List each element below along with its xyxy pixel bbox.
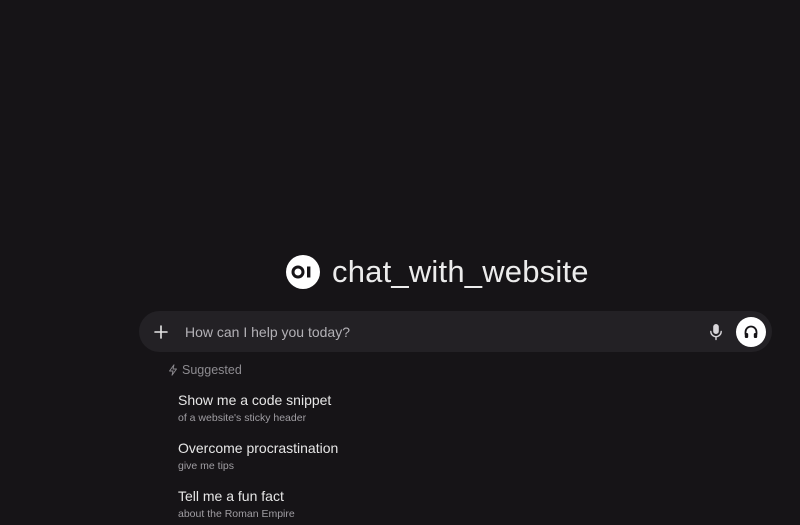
logo-mark	[291, 265, 311, 279]
chat-input[interactable]	[181, 316, 702, 347]
suggested-header: Suggested	[168, 362, 728, 378]
plus-icon	[154, 324, 168, 339]
app-title: chat_with_website	[332, 254, 589, 289]
suggested-section: Suggested Show me a code snippet of a we…	[168, 362, 728, 521]
add-attachment-button[interactable]	[141, 312, 181, 352]
suggestion-subtitle: of a website's sticky header	[178, 412, 307, 424]
suggestion-item[interactable]: Tell me a fun fact about the Roman Empir…	[178, 487, 728, 521]
suggestion-title: Overcome procrastination	[178, 440, 339, 456]
suggestion-item[interactable]: Overcome procrastination give me tips	[178, 439, 728, 473]
suggestion-title: Tell me a fun fact	[178, 488, 284, 504]
suggestion-item[interactable]: Show me a code snippet of a website's st…	[178, 391, 728, 425]
chat-input-bar	[139, 311, 772, 352]
app-logo	[286, 255, 320, 289]
suggested-label: Suggested	[182, 363, 242, 377]
voice-mode-button[interactable]	[736, 316, 766, 347]
headphones-icon	[744, 325, 758, 338]
suggestion-title: Show me a code snippet	[178, 392, 332, 408]
page: chat_with_website How can I help you tod…	[0, 0, 800, 525]
suggestion-subtitle: about the Roman Empire	[178, 508, 295, 520]
microphone-icon	[710, 323, 722, 340]
lightning-icon	[169, 364, 177, 376]
brand-header: chat_with_website	[286, 252, 589, 292]
voice-input-button[interactable]	[702, 318, 730, 346]
suggestion-subtitle: give me tips	[178, 460, 235, 472]
